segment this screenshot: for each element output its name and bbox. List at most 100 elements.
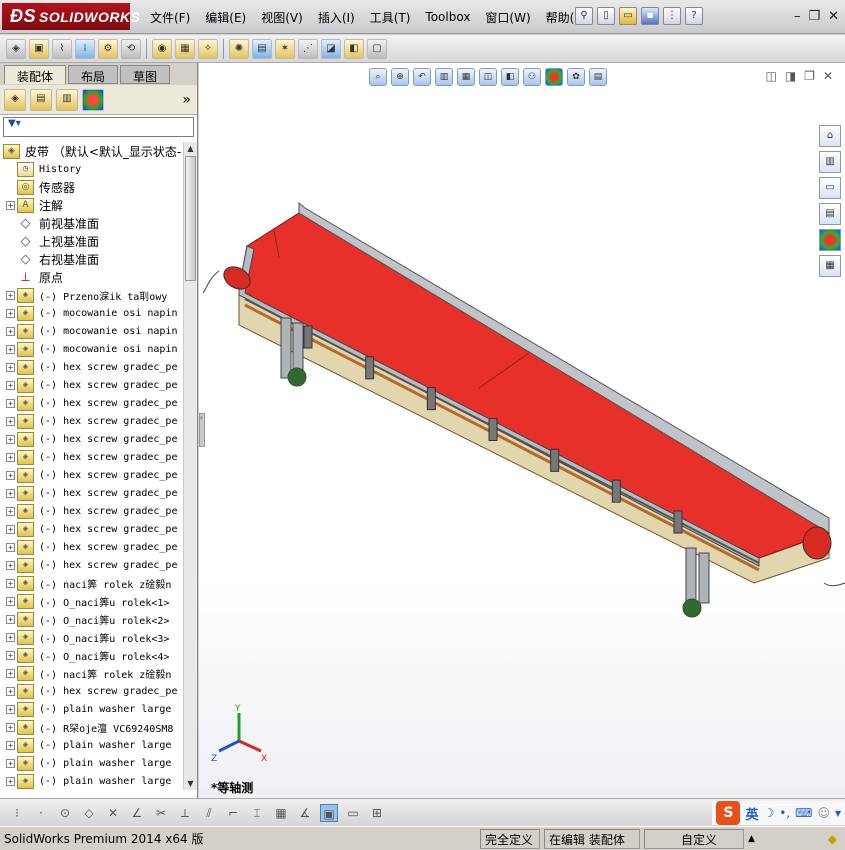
tree-item[interactable]: + ◈ (-) plain washer large: [0, 754, 183, 772]
insert-component-icon[interactable]: ▣: [29, 38, 49, 59]
restore-icon[interactable]: ❐: [808, 9, 820, 24]
tree-item[interactable]: + ◈ (-) hex screw gradec_pe: [0, 556, 183, 574]
split-vertical-icon[interactable]: ◨: [785, 69, 796, 83]
tree-item[interactable]: ◇ 右视基准面: [0, 250, 183, 268]
menu-edit[interactable]: 编辑(E): [205, 9, 246, 26]
corner-snap-icon[interactable]: ⌐: [224, 804, 242, 822]
intersection-snap-icon[interactable]: ✕: [104, 804, 122, 822]
traffic-light-icon[interactable]: ⋮: [663, 7, 681, 25]
tree-item[interactable]: + ◈ (-) mocowanie osi napin: [0, 304, 183, 322]
expand-icon[interactable]: +: [6, 452, 15, 462]
expand-icon[interactable]: +: [6, 416, 15, 426]
zoom-to-fit-icon[interactable]: ⌕: [369, 68, 387, 86]
cube-view-icon[interactable]: ▣: [320, 803, 338, 822]
help-icon[interactable]: ?: [685, 7, 703, 25]
previous-view-icon[interactable]: ↶: [413, 68, 431, 86]
scrollbar-thumb[interactable]: [185, 156, 196, 281]
expand-icon[interactable]: +: [6, 524, 15, 534]
expand-icon[interactable]: +: [6, 740, 15, 750]
expand-icon[interactable]: +: [6, 434, 15, 444]
interference-detection-icon[interactable]: ◪: [321, 38, 341, 59]
menu-toolbox[interactable]: Toolbox: [425, 10, 470, 24]
scroll-up-icon[interactable]: ▲: [184, 142, 197, 155]
trim-icon[interactable]: ✂: [152, 804, 170, 822]
viewport-restore-icon[interactable]: ❐: [804, 69, 815, 83]
tree-item[interactable]: + ◈ (-) hex screw gradec_pe: [0, 448, 183, 466]
panel-collapse-handle[interactable]: ‹: [199, 413, 205, 447]
rebuild-icon[interactable]: ◆: [828, 832, 837, 846]
tree-item[interactable]: + ◈ (-) naci筭 rolek z碒毅n: [0, 664, 183, 682]
units-dropdown-icon[interactable]: ▲: [748, 834, 755, 844]
tree-item[interactable]: + ◈ (-) hex screw gradec_pe: [0, 520, 183, 538]
design-library-icon[interactable]: ▥: [819, 151, 841, 173]
menu-window[interactable]: 窗口(W): [485, 9, 530, 26]
mate-icon[interactable]: ⌇: [52, 38, 72, 59]
tree-item[interactable]: + ◈ (-) hex screw gradec_pe: [0, 484, 183, 502]
expand-icon[interactable]: +: [6, 470, 15, 480]
menu-tools[interactable]: 工具(T): [370, 9, 411, 26]
tree-item[interactable]: + A 注解: [0, 196, 183, 214]
tangent-snap-icon[interactable]: ∠: [128, 804, 146, 822]
tree-item[interactable]: ◇ 上视基准面: [0, 232, 183, 250]
expand-icon[interactable]: +: [6, 398, 15, 408]
tree-scrollbar[interactable]: ▲ ▼: [183, 142, 197, 790]
dimension-icon[interactable]: ⌶: [248, 804, 266, 822]
expand-icon[interactable]: +: [6, 380, 15, 390]
tree-item[interactable]: + ◈ (-) hex screw gradec_pe: [0, 394, 183, 412]
sogou-logo-icon[interactable]: S: [716, 801, 741, 825]
tab-assembly[interactable]: 装配体: [4, 65, 67, 84]
expand-icon[interactable]: +: [6, 596, 15, 606]
grid-icon[interactable]: ▦: [272, 804, 290, 822]
edit-appearance-icon[interactable]: [545, 68, 563, 86]
tree-item[interactable]: + ◈ (-) hex screw gradec_pe: [0, 538, 183, 556]
expand-icon[interactable]: +: [6, 650, 15, 660]
bill-of-materials-icon[interactable]: ▤: [252, 38, 272, 59]
angle-icon[interactable]: ∡: [296, 804, 314, 822]
menu-view[interactable]: 视图(V): [261, 9, 303, 26]
tree-item[interactable]: + ◈ (-) plain washer large: [0, 700, 183, 718]
keyboard-icon[interactable]: ⌨: [795, 806, 812, 820]
split-horizontal-icon[interactable]: ◫: [765, 69, 776, 83]
expand-icon[interactable]: +: [6, 506, 15, 516]
unit-system[interactable]: 自定义: [644, 828, 744, 849]
tree-item[interactable]: + ◈ (-) hex screw gradec_pe: [0, 682, 183, 700]
linear-pattern-icon[interactable]: ⁞: [75, 38, 95, 59]
expand-icon[interactable]: +: [6, 686, 15, 696]
open-folder-icon[interactable]: ▭: [619, 7, 637, 25]
section-view-icon[interactable]: ▥: [435, 68, 453, 86]
expand-icon[interactable]: +: [6, 290, 15, 300]
expand-icon[interactable]: +: [6, 776, 15, 786]
tree-item[interactable]: + ◈ (-) O_naci筭u rolek<1>: [0, 592, 183, 610]
dynamic-annotation-icon[interactable]: ▦: [457, 68, 475, 86]
exploded-view-icon[interactable]: ✶: [275, 38, 295, 59]
new-document-icon[interactable]: ▯: [597, 7, 615, 25]
zoom-to-area-icon[interactable]: ⊕: [391, 68, 409, 86]
point-icon[interactable]: ·: [32, 804, 50, 822]
tree-item[interactable]: + ◈ (-) plain washer large: [0, 736, 183, 754]
feature-manager-icon[interactable]: ◈: [4, 88, 26, 111]
smart-fasteners-icon[interactable]: ⚙: [98, 38, 118, 59]
reference-geometry-icon[interactable]: ✧: [198, 38, 218, 59]
four-viewport-icon[interactable]: ⊞: [368, 804, 386, 822]
view-settings-icon[interactable]: ▤: [589, 68, 607, 86]
tree-item[interactable]: + ◈ (-) hex screw gradec_pe: [0, 502, 183, 520]
move-component-icon[interactable]: ⟲: [121, 38, 141, 59]
shirt-icon[interactable]: ▾: [835, 806, 841, 820]
expand-icon[interactable]: +: [6, 542, 15, 552]
moon-icon[interactable]: ☽: [763, 806, 774, 820]
pin-icon[interactable]: ⚲: [575, 7, 593, 25]
expand-panel-icon[interactable]: »: [182, 92, 191, 108]
home-icon[interactable]: ⌂: [819, 125, 841, 147]
tree-item[interactable]: + ◈ (-) mocowanie osi napin: [0, 322, 183, 340]
user-icon[interactable]: ☺: [817, 806, 830, 820]
tree-item[interactable]: + ◈ (-) R罙oje澶 VC69240SM8: [0, 718, 183, 736]
tree-item[interactable]: + ◈ (-) O_naci筭u rolek<3>: [0, 628, 183, 646]
save-icon[interactable]: ▪: [641, 7, 659, 25]
tree-item[interactable]: + ◈ (-) hex screw gradec_pe: [0, 430, 183, 448]
appearances-icon[interactable]: [819, 229, 841, 251]
single-viewport-icon[interactable]: ▭: [344, 804, 362, 822]
display-manager-icon[interactable]: [82, 88, 104, 111]
display-style-icon[interactable]: ◧: [501, 68, 519, 86]
show-hidden-icon[interactable]: ◉: [152, 38, 172, 59]
tree-item[interactable]: + ◈ (-) hex screw gradec_pe: [0, 358, 183, 376]
